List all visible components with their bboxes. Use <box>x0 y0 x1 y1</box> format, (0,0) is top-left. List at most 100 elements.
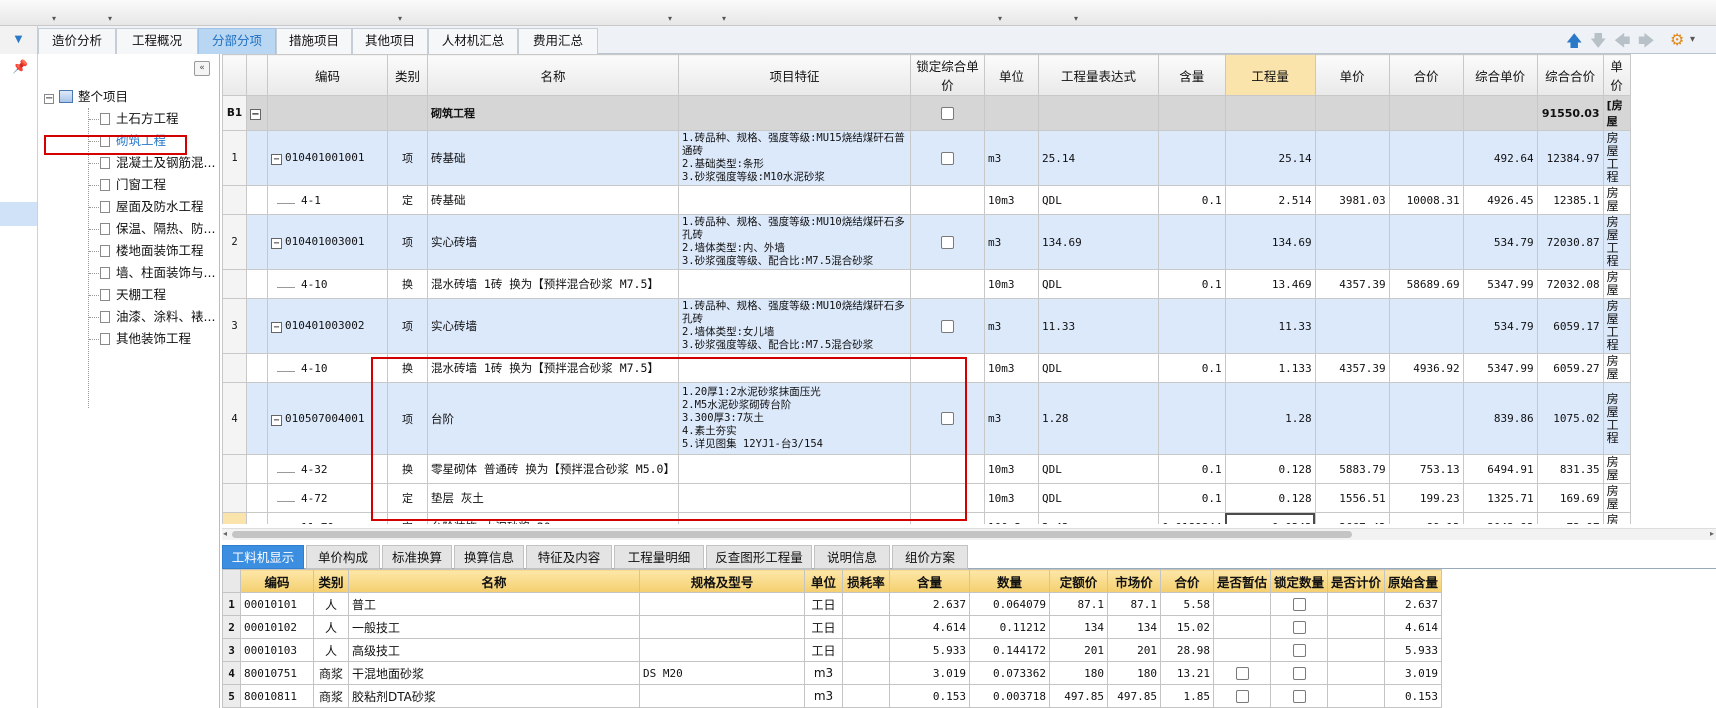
code-cell[interactable]: −010401003001 <box>267 214 388 270</box>
tree-item[interactable]: 天棚工程 <box>100 284 166 306</box>
content-cell[interactable] <box>1157 130 1226 186</box>
resource-base-cell[interactable]: 497.85 <box>1049 684 1108 708</box>
resource-total-cell[interactable]: 15.02 <box>1160 615 1214 639</box>
scroll-right-icon[interactable]: ▸ <box>1710 529 1714 538</box>
col-composite-total[interactable]: 综合合价 <box>1536 54 1604 96</box>
resource-base-cell[interactable]: 134 <box>1049 615 1108 639</box>
resource-unit-cell[interactable]: m3 <box>804 661 843 685</box>
type-cell[interactable]: 定 <box>387 185 428 215</box>
resource-col-header[interactable]: 市场价 <box>1107 569 1161 593</box>
content-cell[interactable]: 0.1 <box>1157 269 1226 299</box>
code-cell[interactable]: 11-79 <box>267 512 388 524</box>
name-cell[interactable]: 砖基础 <box>427 185 679 215</box>
code-cell[interactable]: 4-10 <box>267 353 388 383</box>
quantity-cell[interactable]: 2.514 <box>1224 185 1316 215</box>
resource-base-cell[interactable]: 87.1 <box>1049 592 1108 616</box>
unit-price-cell[interactable] <box>1314 382 1390 455</box>
resource-name-cell[interactable]: 胶粘剂DTA砂浆 <box>348 684 640 708</box>
resource-market-cell[interactable]: 180 <box>1107 661 1161 685</box>
resource-type-cell[interactable]: 人 <box>313 638 349 662</box>
priced-cell[interactable] <box>1327 684 1386 708</box>
section-row[interactable]: B1− 砌筑工程 91550.03 [房屋 <box>222 95 1631 131</box>
resource-col-header[interactable]: 是否暂估 <box>1212 569 1272 593</box>
name-cell[interactable]: 实心砖墙 <box>427 298 679 354</box>
estimate-checkbox[interactable] <box>1235 689 1249 703</box>
quantity-cell[interactable]: 0.0243 <box>1224 512 1316 524</box>
resource-content-cell[interactable]: 5.933 <box>889 638 970 662</box>
resource-qty-cell[interactable]: 0.003718 <box>969 684 1050 708</box>
resource-col-header[interactable]: 锁定数量 <box>1270 569 1329 593</box>
resource-col-header[interactable]: 编码 <box>240 569 314 593</box>
tree-item[interactable]: 其他装饰工程 <box>100 328 191 350</box>
resource-qty-cell[interactable]: 0.11212 <box>969 615 1050 639</box>
resource-col-header[interactable]: 单位 <box>804 569 843 593</box>
expression-cell[interactable]: QDL <box>1037 185 1159 215</box>
dropdown-arrow-icon[interactable]: ▾ <box>722 14 726 23</box>
resource-code-cell[interactable]: 00010101 <box>240 592 314 616</box>
resource-loss-cell[interactable] <box>842 615 890 639</box>
col-expression[interactable]: 工程量表达式 <box>1037 54 1159 96</box>
horizontal-scrollbar[interactable]: ◂ ▸ <box>222 528 1716 540</box>
type-cell[interactable]: 换 <box>387 269 428 299</box>
col-composite-unit-price[interactable]: 综合单价 <box>1462 54 1538 96</box>
resource-unit-cell[interactable]: 工日 <box>804 615 843 639</box>
resource-loss-cell[interactable] <box>842 661 890 685</box>
tab-labor-material-summary[interactable]: 人材机汇总 <box>428 28 518 54</box>
resource-row[interactable]: 3 00010103 人高级技工 工日 5.933 0.144172 201 201 28.98… <box>222 638 1443 662</box>
scroll-left-icon[interactable]: ◂ <box>223 529 227 538</box>
resource-col-header[interactable]: 合价 <box>1160 569 1214 593</box>
resource-content-cell[interactable]: 3.019 <box>889 661 970 685</box>
detail-tab[interactable]: 工料机显示 <box>222 545 304 569</box>
unit-price-cell[interactable]: 3981.03 <box>1314 185 1390 215</box>
resource-type-cell[interactable]: 人 <box>313 615 349 639</box>
dropdown-arrow-icon[interactable]: ▾ <box>668 14 672 23</box>
resource-market-cell[interactable]: 87.1 <box>1107 592 1161 616</box>
estimate-checkbox[interactable] <box>1235 666 1249 680</box>
tree-root[interactable]: − 整个项目 <box>44 86 128 108</box>
resource-col-header[interactable]: 定额价 <box>1049 569 1108 593</box>
quantity-cell[interactable]: 13.469 <box>1224 269 1316 299</box>
detail-tab[interactable]: 反查图形工程量 <box>706 545 812 569</box>
content-cell[interactable]: 0.1 <box>1157 454 1226 484</box>
collapse-icon[interactable]: − <box>271 322 282 333</box>
resource-name-cell[interactable]: 高级技工 <box>348 638 640 662</box>
expression-cell[interactable]: 25.14 <box>1037 130 1159 186</box>
unit-price-cell[interactable] <box>1314 130 1390 186</box>
unit-cell[interactable]: m3 <box>983 298 1039 354</box>
col-name[interactable]: 名称 <box>427 54 679 96</box>
feature-cell[interactable] <box>677 269 911 299</box>
resource-col-header[interactable]: 含量 <box>889 569 970 593</box>
collapse-icon[interactable]: − <box>271 154 282 165</box>
resource-loss-cell[interactable] <box>842 684 890 708</box>
resource-content-cell[interactable]: 2.637 <box>889 592 970 616</box>
resource-spec-cell[interactable] <box>639 684 805 708</box>
type-cell[interactable]: 项 <box>387 298 428 354</box>
name-cell[interactable]: 砖基础 <box>427 130 679 186</box>
detail-tab[interactable]: 标准换算 <box>382 545 452 569</box>
content-cell[interactable]: 0.0189844 <box>1157 512 1226 524</box>
lock-quantity-checkbox[interactable] <box>1292 643 1306 657</box>
tab-division-items[interactable]: 分部分项 <box>198 28 276 54</box>
expression-cell[interactable]: QDL <box>1037 269 1159 299</box>
resource-qty-cell[interactable]: 0.073362 <box>969 661 1050 685</box>
unit-price-cell[interactable]: 1556.51 <box>1314 483 1390 513</box>
resource-row[interactable]: 4 80010751 商浆 干混地面砂浆 DS M20 m3 3.019 0.073362 18… <box>222 661 1443 685</box>
resource-row[interactable]: 2 00010102 人一般技工 工日 4.614 0.11212 134 134 15.02 4… <box>222 615 1443 639</box>
resource-name-cell[interactable]: 一般技工 <box>348 615 640 639</box>
collapse-arrow-icon[interactable]: ▼ <box>0 26 38 54</box>
quota-row[interactable]: 4-10 换混水砖墙 1砖 换为【预拌混合砂浆 M7.5】 10m3 QDL 0.1 13… <box>222 269 1631 299</box>
resource-type-cell[interactable]: 商浆 <box>313 684 349 708</box>
code-cell[interactable]: −010401003002 <box>267 298 388 354</box>
lock-checkbox[interactable] <box>940 106 954 120</box>
resource-content-cell[interactable]: 4.614 <box>889 615 970 639</box>
unit-price-cell[interactable]: 3667.42 <box>1314 512 1390 524</box>
expression-cell[interactable]: 134.69 <box>1037 214 1159 270</box>
priced-cell[interactable] <box>1327 661 1386 685</box>
name-cell[interactable]: 实心砖墙 <box>427 214 679 270</box>
quantity-cell[interactable]: 25.14 <box>1224 130 1316 186</box>
lock-quantity-checkbox[interactable] <box>1292 597 1306 611</box>
resource-code-cell[interactable]: 00010102 <box>240 615 314 639</box>
resource-spec-cell[interactable] <box>639 638 805 662</box>
resource-type-cell[interactable]: 商浆 <box>313 661 349 685</box>
unit-cell[interactable]: 10m3 <box>983 353 1039 383</box>
